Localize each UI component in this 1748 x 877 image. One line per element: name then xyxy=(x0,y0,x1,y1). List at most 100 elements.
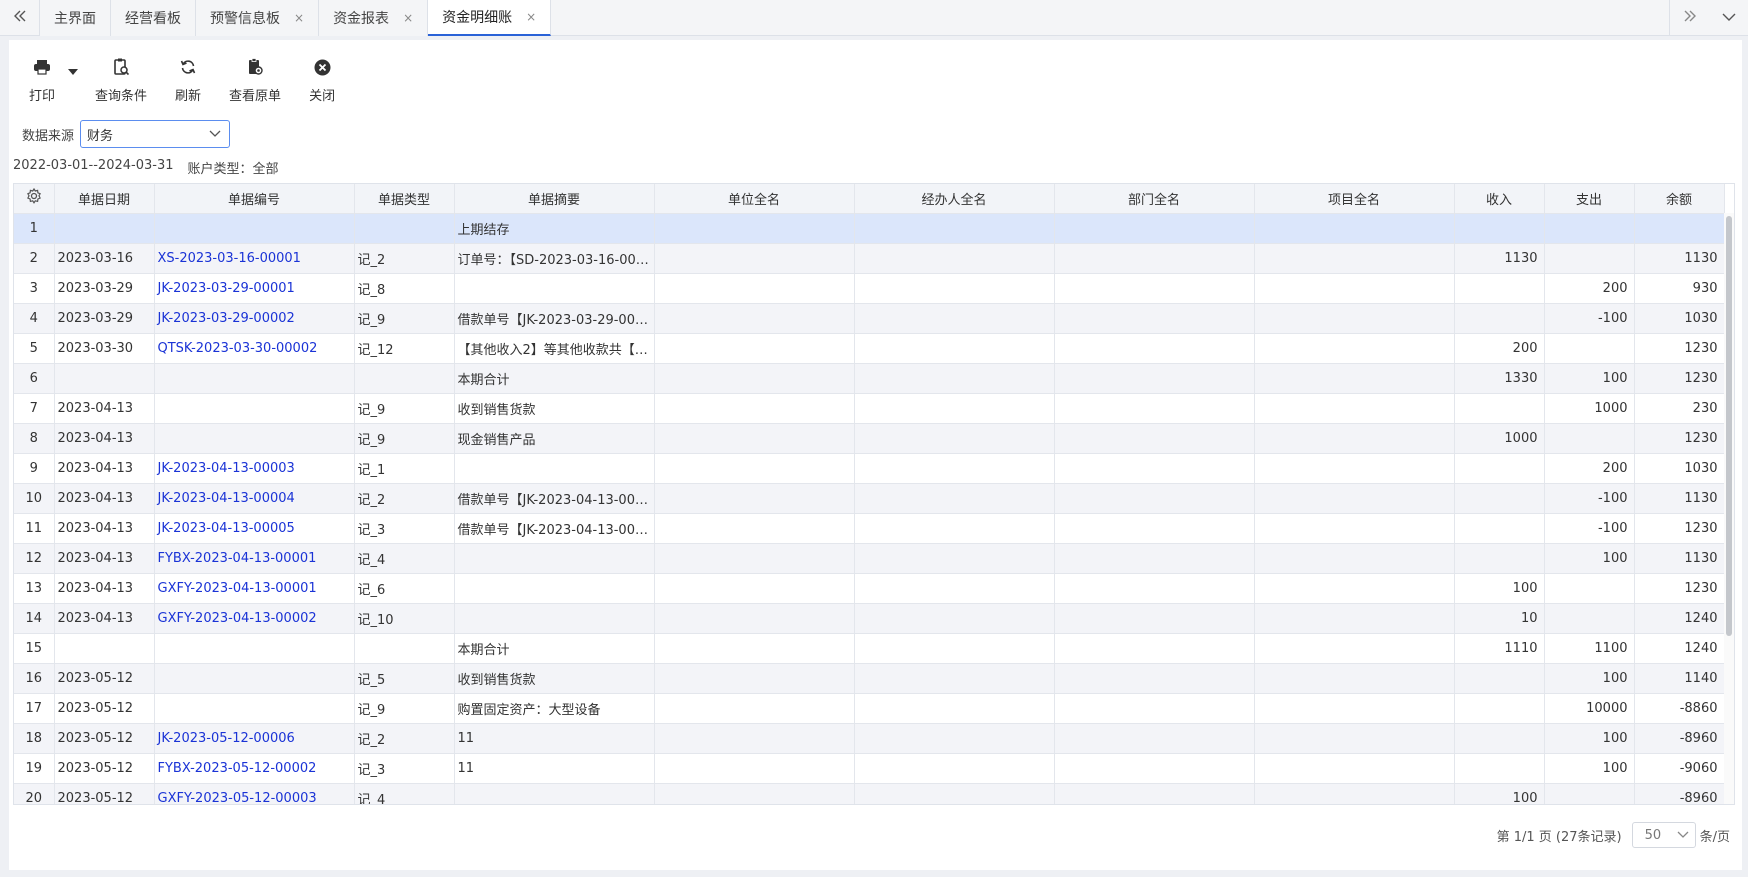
cell-unit xyxy=(654,783,855,804)
tab-close-icon[interactable]: × xyxy=(403,11,413,25)
cell-project xyxy=(1254,333,1455,364)
table-row[interactable]: 20 2023-05-12 GXFY-2023-05-12-00003 记_4 100 -… xyxy=(14,783,1725,805)
caret-down-icon xyxy=(68,64,79,79)
row-index: 20 xyxy=(14,783,55,804)
cell-summary: 借款单号【JK-2023-04-13-0000... xyxy=(454,483,655,514)
tab-close-icon[interactable]: × xyxy=(294,11,304,25)
column-settings-button[interactable] xyxy=(14,184,55,214)
cell-summary xyxy=(454,543,655,574)
table-row[interactable]: 19 2023-05-12 FYBX-2023-05-12-00002 记_3 11 10… xyxy=(14,753,1725,784)
refresh-button[interactable]: 刷新 xyxy=(167,58,209,104)
table-row[interactable]: 16 2023-05-12 记_5 收到销售货款 100 1140 xyxy=(14,663,1725,694)
table-row[interactable]: 12 2023-04-13 FYBX-2023-04-13-00001 记_4 100 1… xyxy=(14,543,1725,574)
document-number-link[interactable]: FYBX-2023-04-13-00001 xyxy=(158,551,317,566)
cell-project xyxy=(1254,213,1455,244)
tab-label: 预警信息板 xyxy=(210,11,280,27)
cell-type: 记_3 xyxy=(354,753,455,784)
tab-1[interactable]: 经营看板 xyxy=(111,0,196,36)
close-button[interactable]: 关闭 xyxy=(301,58,343,104)
document-number-link[interactable]: FYBX-2023-05-12-00002 xyxy=(158,761,317,776)
cell-expense: 200 xyxy=(1544,273,1635,304)
cell-type: 记_3 xyxy=(354,513,455,544)
page-size-select[interactable]: 50 xyxy=(1631,822,1696,848)
cell-code xyxy=(154,663,355,694)
document-number-link[interactable]: XS-2023-03-16-00001 xyxy=(158,251,301,266)
cell-expense: 10000 xyxy=(1544,693,1635,724)
cell-handler xyxy=(854,453,1055,484)
table-row[interactable]: 4 2023-03-29 JK-2023-03-29-00002 记_9 借款单号【JK… xyxy=(14,303,1725,334)
document-number-link[interactable]: JK-2023-04-13-00003 xyxy=(158,461,295,476)
cell-handler xyxy=(854,513,1055,544)
table-row[interactable]: 10 2023-04-13 JK-2023-04-13-00004 记_2 借款单号【J… xyxy=(14,483,1725,514)
print-dropdown-button[interactable] xyxy=(63,58,83,84)
table-row[interactable]: 15 本期合计 1110 1100 1240 xyxy=(14,633,1725,664)
print-button[interactable]: 打印 xyxy=(21,58,63,104)
column-header-expense[interactable]: 支出 xyxy=(1544,184,1635,214)
cell-project xyxy=(1254,783,1455,804)
view-original-button[interactable]: 查看原单 xyxy=(221,58,289,104)
cell-project xyxy=(1254,393,1455,424)
column-header-type[interactable]: 单据类型 xyxy=(354,184,455,214)
cell-balance: 1140 xyxy=(1634,663,1725,694)
document-number-link[interactable]: JK-2023-04-13-00004 xyxy=(158,491,295,506)
column-header-date[interactable]: 单据日期 xyxy=(54,184,155,214)
tab-4[interactable]: 资金明细账 × xyxy=(428,0,552,36)
table-row[interactable]: 9 2023-04-13 JK-2023-04-13-00003 记_1 200 1030 xyxy=(14,453,1725,484)
table-row[interactable]: 11 2023-04-13 JK-2023-04-13-00005 记_3 借款单号【J… xyxy=(14,513,1725,544)
table-row[interactable]: 14 2023-04-13 GXFY-2023-04-13-00002 记_10 10 1… xyxy=(14,603,1725,634)
table-row[interactable]: 1 上期结存 xyxy=(14,213,1725,244)
cell-date: 2023-05-12 xyxy=(54,783,155,804)
document-number-link[interactable]: JK-2023-03-29-00001 xyxy=(158,281,295,296)
scroll-tabs-right-button[interactable] xyxy=(1669,0,1709,36)
tab-close-icon[interactable]: × xyxy=(526,10,536,24)
query-conditions-button[interactable]: 查询条件 xyxy=(87,58,155,104)
document-number-link[interactable]: JK-2023-03-29-00002 xyxy=(158,311,295,326)
table-row[interactable]: 5 2023-03-30 QTSK-2023-03-30-00002 记_12 【其他收… xyxy=(14,333,1725,364)
tab-2[interactable]: 预警信息板 × xyxy=(196,0,320,36)
table-row[interactable]: 8 2023-04-13 记_9 现金销售产品 1000 1230 xyxy=(14,423,1725,454)
vertical-scrollbar-thumb[interactable] xyxy=(1726,216,1732,636)
document-number-link[interactable]: GXFY-2023-04-13-00002 xyxy=(158,611,317,626)
cell-expense: 200 xyxy=(1544,453,1635,484)
column-header-project[interactable]: 项目全名 xyxy=(1254,184,1455,214)
cell-expense: 100 xyxy=(1544,753,1635,784)
tab-0[interactable]: 主界面 xyxy=(40,0,111,36)
document-number-link[interactable]: JK-2023-04-13-00005 xyxy=(158,521,295,536)
cell-date: 2023-05-12 xyxy=(54,753,155,784)
cell-summary: 借款单号【JK-2023-03-29-0000... xyxy=(454,303,655,334)
tab-menu-button[interactable] xyxy=(1710,0,1748,36)
document-number-link[interactable]: QTSK-2023-03-30-00002 xyxy=(158,341,318,356)
table-row[interactable]: 3 2023-03-29 JK-2023-03-29-00001 记_8 200 930 xyxy=(14,273,1725,304)
column-header-unit[interactable]: 单位全名 xyxy=(654,184,855,214)
table-row[interactable]: 2 2023-03-16 XS-2023-03-16-00001 记_2 订单号：【SD… xyxy=(14,243,1725,274)
column-header-balance[interactable]: 余额 xyxy=(1634,184,1725,214)
table-row[interactable]: 17 2023-05-12 记_9 购置固定资产：大型设备 10000 -8860 xyxy=(14,693,1725,724)
cell-handler xyxy=(854,573,1055,604)
cell-income xyxy=(1454,723,1545,754)
table-row[interactable]: 18 2023-05-12 JK-2023-05-12-00006 记_2 11 100-… xyxy=(14,723,1725,754)
column-header-handler[interactable]: 经办人全名 xyxy=(854,184,1055,214)
cell-handler xyxy=(854,483,1055,514)
scroll-tabs-left-button[interactable] xyxy=(0,0,40,36)
table-row[interactable]: 13 2023-04-13 GXFY-2023-04-13-00001 记_6 100 1… xyxy=(14,573,1725,604)
cell-summary: 上期结存 xyxy=(454,213,655,244)
cell-expense: 100 xyxy=(1544,663,1635,694)
cell-unit xyxy=(654,483,855,514)
document-number-link[interactable]: JK-2023-05-12-00006 xyxy=(158,731,295,746)
table-row[interactable]: 7 2023-04-13 记_9 收到销售货款 1000 230 xyxy=(14,393,1725,424)
data-source-select[interactable]: 财务 xyxy=(80,120,231,148)
column-header-code[interactable]: 单据编号 xyxy=(154,184,355,214)
column-header-summary[interactable]: 单据摘要 xyxy=(454,184,655,214)
cell-code: JK-2023-05-12-00006 xyxy=(154,723,355,754)
table-row[interactable]: 6 本期合计 1330 100 1230 xyxy=(14,363,1725,394)
cell-date: 2023-04-13 xyxy=(54,603,155,634)
cell-project xyxy=(1254,423,1455,454)
cell-project xyxy=(1254,453,1455,484)
column-header-income[interactable]: 收入 xyxy=(1454,184,1545,214)
document-number-link[interactable]: GXFY-2023-05-12-00003 xyxy=(158,791,317,805)
column-header-dept[interactable]: 部门全名 xyxy=(1054,184,1255,214)
row-index: 5 xyxy=(14,333,55,364)
cell-income: 10 xyxy=(1454,603,1545,634)
tab-3[interactable]: 资金报表 × xyxy=(319,0,429,36)
document-number-link[interactable]: GXFY-2023-04-13-00001 xyxy=(158,581,317,596)
